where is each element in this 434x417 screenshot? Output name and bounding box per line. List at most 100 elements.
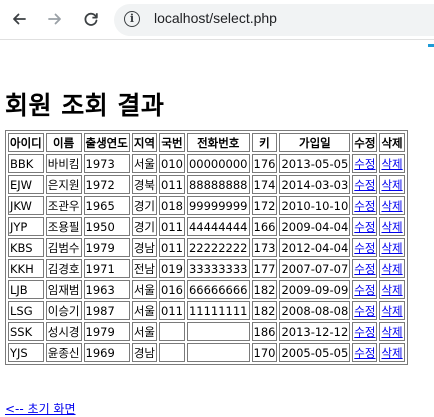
edit-link[interactable]: 수정	[354, 304, 375, 318]
cell-birth-year: 1963	[83, 280, 130, 299]
cell-phone: 88888888	[186, 175, 250, 194]
cell-prefix	[159, 343, 185, 362]
cell-phone	[186, 322, 250, 341]
cell-join-date: 2007-07-07	[279, 259, 351, 278]
delete-link[interactable]: 삭제	[381, 199, 402, 213]
column-header-height: 키	[251, 133, 278, 152]
cell-phone	[186, 343, 250, 362]
cell-join-date: 2013-12-12	[279, 322, 351, 341]
delete-link[interactable]: 삭제	[381, 304, 402, 318]
cell-id: BBK	[8, 154, 44, 173]
cell-birth-year: 1965	[83, 196, 130, 215]
cell-name: 윤종신	[45, 343, 82, 362]
column-header-region: 지역	[131, 133, 157, 152]
column-header-prefix: 국번	[159, 133, 185, 152]
back-button[interactable]	[7, 7, 31, 31]
edit-link[interactable]: 수정	[354, 157, 375, 171]
edit-cell: 수정	[352, 280, 378, 299]
edit-link[interactable]: 수정	[354, 199, 375, 213]
cell-id: LJB	[8, 280, 44, 299]
edit-link[interactable]: 수정	[354, 241, 375, 255]
delete-cell: 삭제	[379, 154, 405, 173]
table-row: JYP 조용필 1950 경기 011 44444444 166 2009-04-04 수정 삭제	[8, 217, 405, 236]
browser-toolbar: i localhost/select.php	[0, 0, 434, 40]
delete-link[interactable]: 삭제	[381, 241, 402, 255]
cell-name: 김경호	[45, 259, 82, 278]
delete-link[interactable]: 삭제	[381, 262, 402, 276]
column-header-birth-year: 출생연도	[83, 133, 130, 152]
forward-button[interactable]	[43, 7, 67, 31]
cell-id: LSG	[8, 301, 44, 320]
edit-link[interactable]: 수정	[354, 283, 375, 297]
cell-region: 서울	[131, 301, 157, 320]
cell-region: 서울	[131, 154, 157, 173]
cell-name: 조용필	[45, 217, 82, 236]
edit-link[interactable]: 수정	[354, 220, 375, 234]
cell-region: 전남	[131, 259, 157, 278]
address-bar[interactable]: i localhost/select.php	[114, 4, 434, 36]
cell-height: 166	[251, 217, 278, 236]
cell-height: 182	[251, 280, 278, 299]
cell-phone: 99999999	[186, 196, 250, 215]
cell-height: 176	[251, 154, 278, 173]
arrow-right-icon	[48, 13, 61, 25]
delete-link[interactable]: 삭제	[381, 325, 402, 339]
edit-cell: 수정	[352, 175, 378, 194]
cell-join-date: 2005-05-05	[279, 343, 351, 362]
edit-link[interactable]: 수정	[354, 325, 375, 339]
cell-birth-year: 1969	[83, 343, 130, 362]
cell-join-date: 2010-10-10	[279, 196, 351, 215]
cell-name: 은지원	[45, 175, 82, 194]
back-to-home-link[interactable]: <-- 초기 화면	[5, 400, 76, 417]
page-title: 회원 조회 결과	[5, 91, 165, 120]
edit-cell: 수정	[352, 154, 378, 173]
toolbar-accent-mark	[428, 44, 434, 47]
delete-link[interactable]: 삭제	[381, 346, 402, 360]
cell-birth-year: 1971	[83, 259, 130, 278]
cell-region: 서울	[131, 322, 157, 341]
edit-link[interactable]: 수정	[354, 346, 375, 360]
site-info-icon[interactable]: i	[124, 11, 140, 27]
table-row: LSG 이승기 1987 서울 011 11111111 182 2008-08-08 수정 삭제	[8, 301, 405, 320]
cell-phone: 33333333	[186, 259, 250, 278]
cell-phone: 22222222	[186, 238, 250, 257]
delete-cell: 삭제	[379, 217, 405, 236]
delete-cell: 삭제	[379, 238, 405, 257]
cell-id: JYP	[8, 217, 44, 236]
cell-height: 174	[251, 175, 278, 194]
delete-cell: 삭제	[379, 259, 405, 278]
url-text[interactable]: localhost/select.php	[154, 10, 277, 26]
delete-link[interactable]: 삭제	[381, 220, 402, 234]
cell-join-date: 2008-08-08	[279, 301, 351, 320]
edit-cell: 수정	[352, 259, 378, 278]
delete-link[interactable]: 삭제	[381, 178, 402, 192]
cell-region: 경기	[131, 217, 157, 236]
delete-cell: 삭제	[379, 322, 405, 341]
edit-cell: 수정	[352, 322, 378, 341]
cell-height: 182	[251, 301, 278, 320]
cell-join-date: 2009-04-04	[279, 217, 351, 236]
cell-phone: 11111111	[186, 301, 250, 320]
cell-name: 바비킴	[45, 154, 82, 173]
table-header-row: 아이디 이름 출생연도 지역 국번 전화번호 키 가입일 수정 삭제	[8, 133, 405, 152]
cell-prefix	[159, 322, 185, 341]
cell-id: SSK	[8, 322, 44, 341]
edit-cell: 수정	[352, 196, 378, 215]
delete-link[interactable]: 삭제	[381, 157, 402, 171]
cell-phone: 44444444	[186, 217, 250, 236]
cell-region: 경북	[131, 175, 157, 194]
cell-id: EJW	[8, 175, 44, 194]
cell-birth-year: 1987	[83, 301, 130, 320]
cell-birth-year: 1950	[83, 217, 130, 236]
edit-cell: 수정	[352, 301, 378, 320]
cell-birth-year: 1979	[83, 322, 130, 341]
cell-prefix: 011	[159, 238, 185, 257]
cell-region: 경남	[131, 343, 157, 362]
edit-cell: 수정	[352, 238, 378, 257]
edit-link[interactable]: 수정	[354, 178, 375, 192]
delete-link[interactable]: 삭제	[381, 283, 402, 297]
cell-phone: 66666666	[186, 280, 250, 299]
reload-button[interactable]	[79, 7, 103, 31]
column-header-edit: 수정	[352, 133, 378, 152]
edit-link[interactable]: 수정	[354, 262, 375, 276]
